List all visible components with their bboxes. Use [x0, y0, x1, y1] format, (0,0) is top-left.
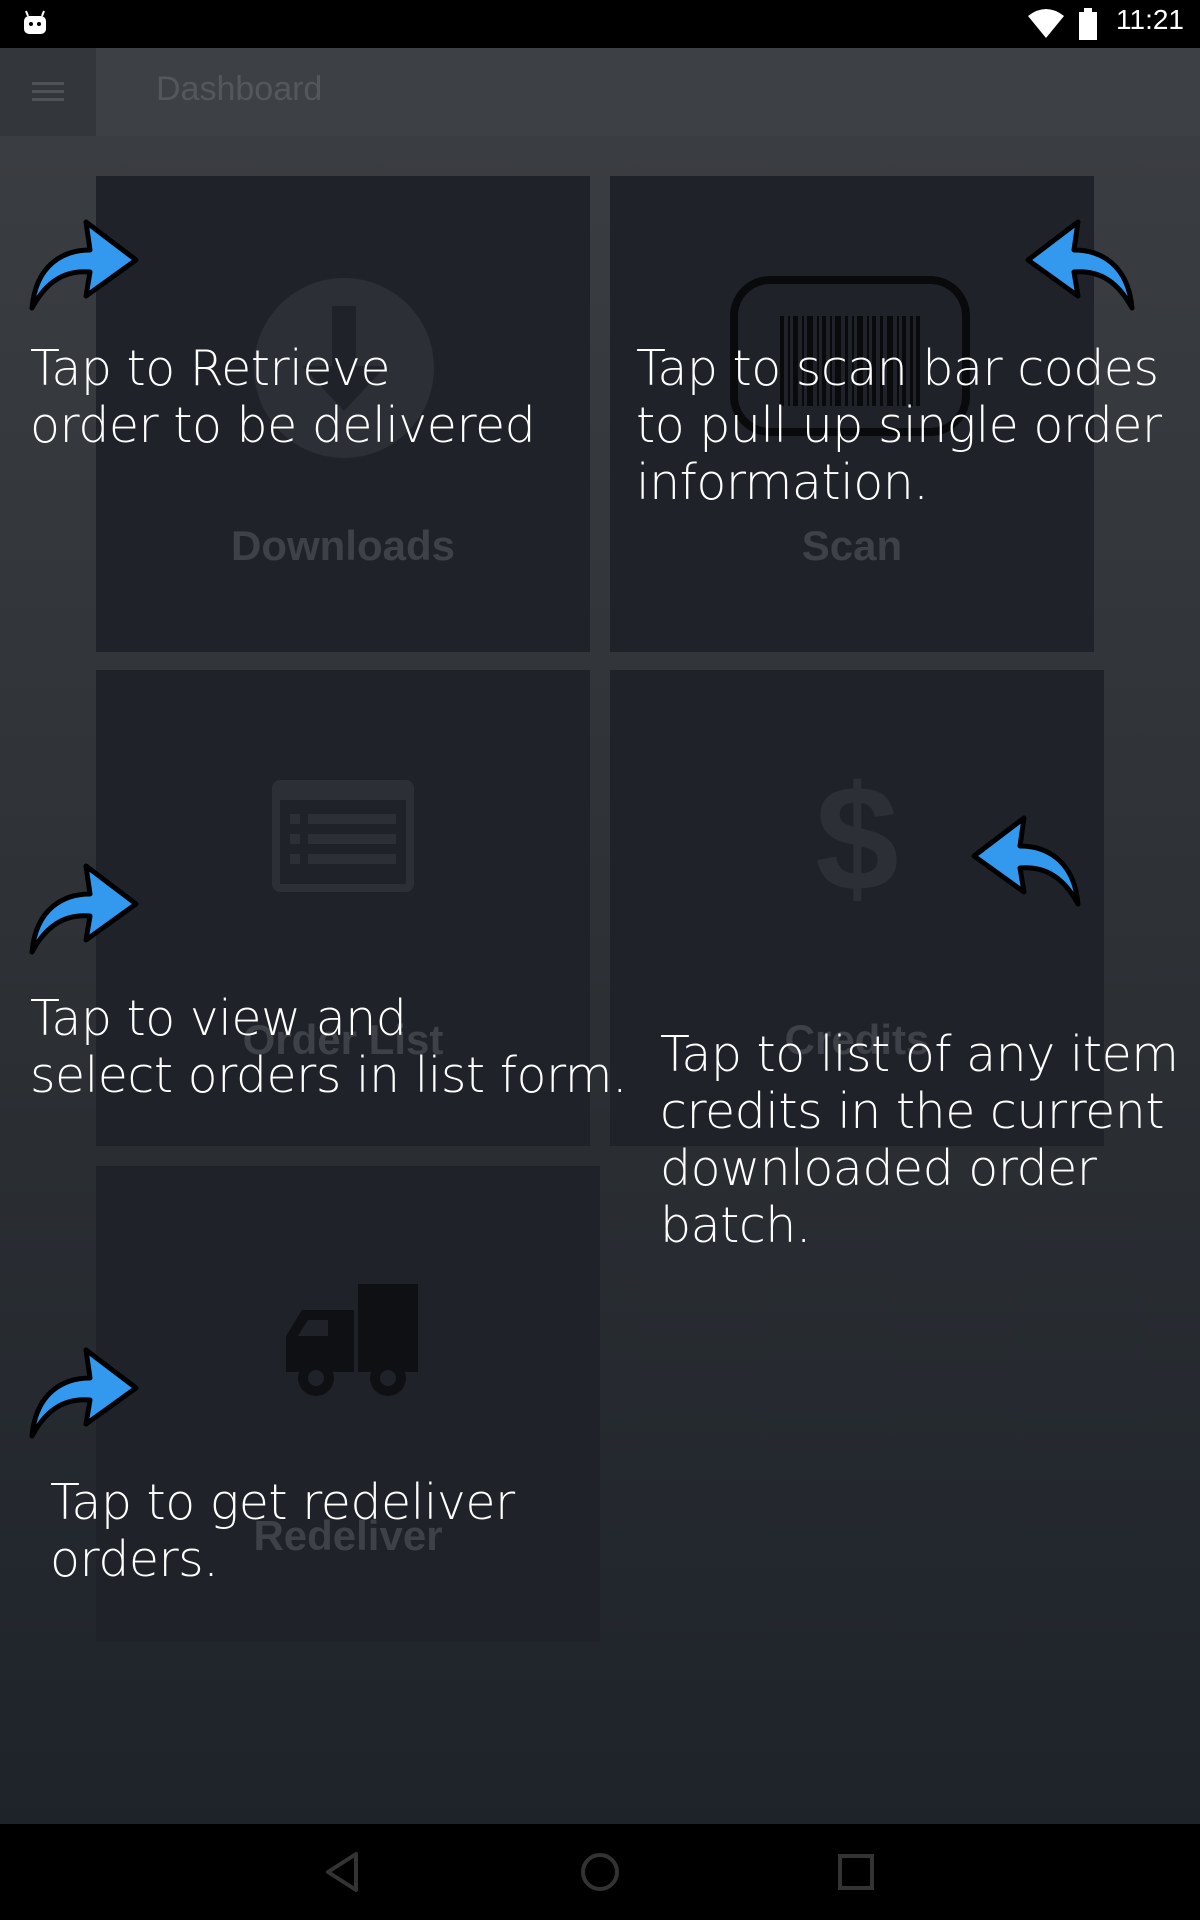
hint-downloads: Tap to Retrieve order to be delivered [30, 340, 536, 454]
tile-label: Downloads [230, 522, 455, 569]
android-icon [24, 10, 46, 34]
app-bar: Dashboard [0, 48, 1200, 136]
status-time: 11:21 [1116, 4, 1184, 35]
hint-credits: Tap to list of any item credits in the c… [660, 1026, 1179, 1254]
status-bar: 11:21 [0, 0, 1200, 48]
battery-icon [1079, 8, 1097, 40]
tile-label: Scan [801, 522, 903, 569]
dollar-icon: $ [815, 766, 898, 910]
arrow-left-icon [1025, 219, 1135, 311]
list-icon [272, 780, 414, 892]
recents-icon[interactable] [832, 1848, 880, 1896]
navigation-bar [0, 1824, 1200, 1920]
page-title: Dashboard [156, 70, 323, 108]
truck-icon [286, 1284, 418, 1396]
arrow-right-icon [29, 863, 139, 955]
arrow-left-icon [971, 815, 1081, 907]
home-icon[interactable] [576, 1848, 624, 1896]
hint-redeliver: Tap to get redeliver orders. [50, 1474, 515, 1588]
back-icon[interactable] [320, 1848, 368, 1896]
hamburger-menu-icon [32, 82, 64, 101]
arrow-right-icon [29, 1347, 139, 1439]
svg-text:$: $ [815, 766, 898, 910]
hint-scan: Tap to scan bar codes to pull up single … [636, 340, 1162, 511]
arrow-right-icon [29, 219, 139, 311]
menu-button[interactable] [0, 48, 96, 136]
hint-order-list: Tap to view and select orders in list fo… [30, 990, 628, 1104]
wifi-icon [1028, 9, 1064, 38]
